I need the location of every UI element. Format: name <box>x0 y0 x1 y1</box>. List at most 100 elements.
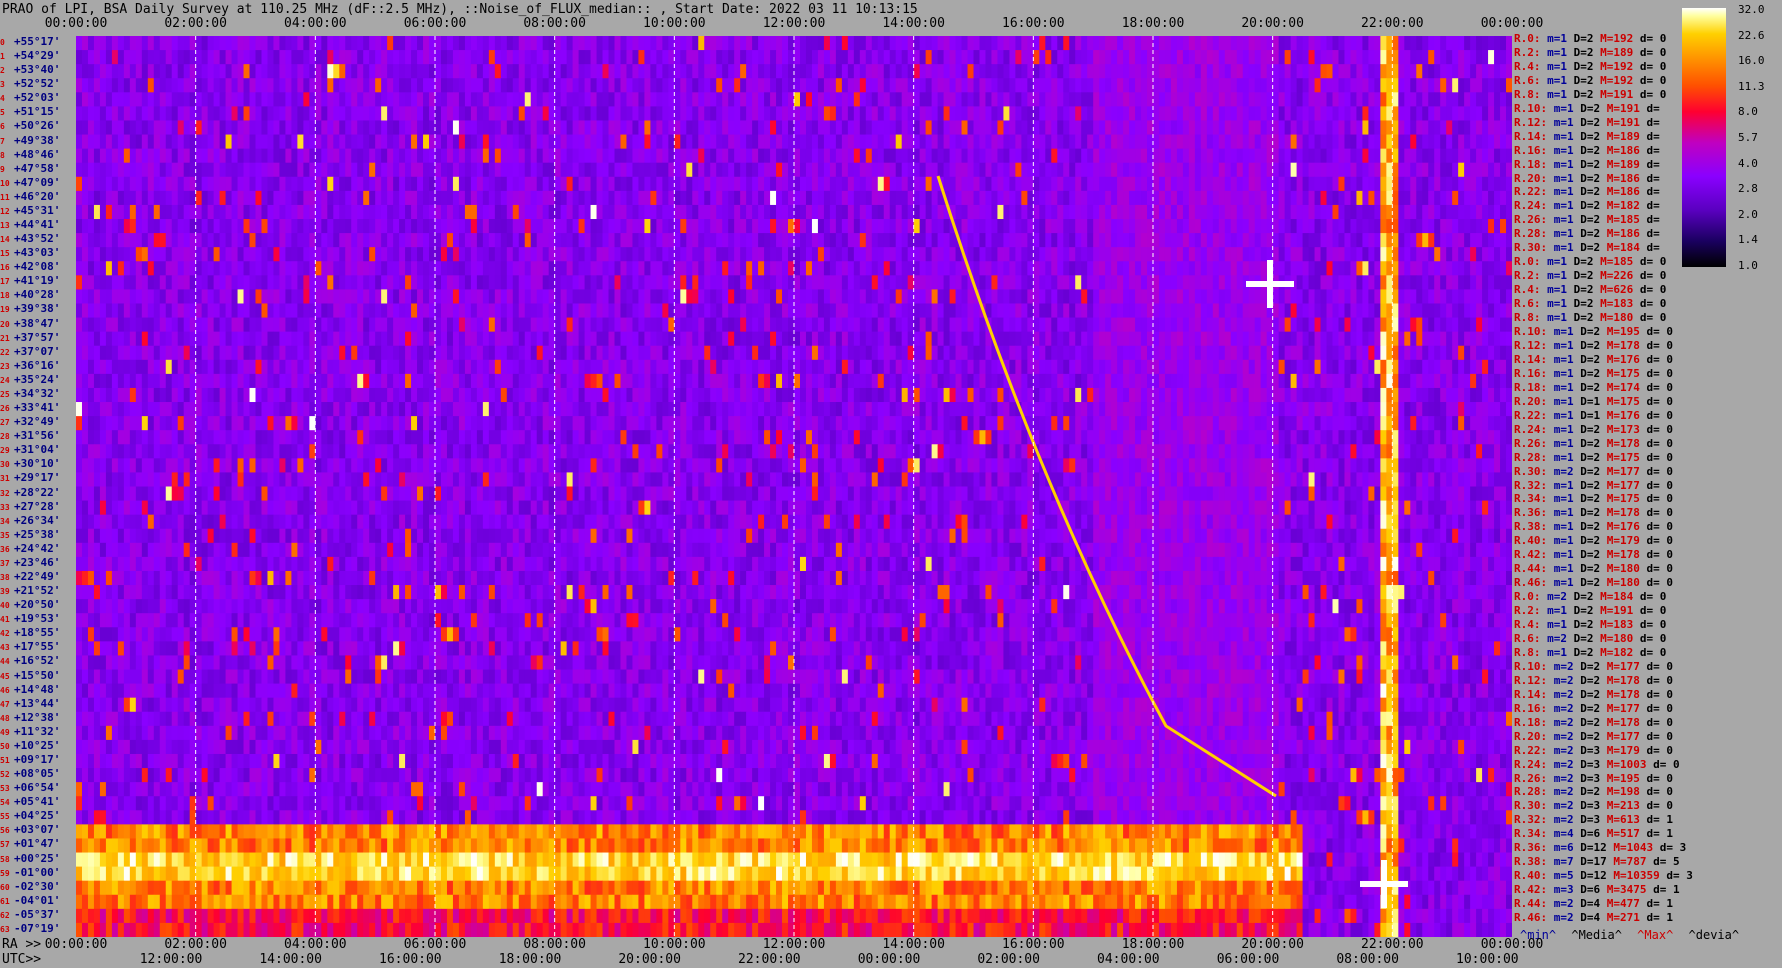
heatmap-cell <box>1158 120 1166 135</box>
heatmap-cell <box>1176 233 1184 248</box>
heatmap-cell <box>847 261 855 276</box>
heatmap-cell <box>859 120 867 135</box>
heatmap-cell <box>1260 233 1268 248</box>
heatmap-cell <box>1188 289 1196 304</box>
heatmap-cell <box>937 247 944 262</box>
declination-row-label: 62 -05°37' <box>0 908 60 921</box>
heatmap-cell <box>219 92 226 107</box>
heatmap-cell <box>1290 162 1297 178</box>
heatmap-cell <box>997 204 1004 220</box>
beam-index: 15 <box>0 249 10 259</box>
heatmap-cell <box>1314 204 1321 220</box>
heatmap-cell <box>1212 219 1220 234</box>
heatmap-cell <box>1440 78 1447 93</box>
heatmap-cell <box>1206 190 1214 206</box>
heatmap-cell <box>752 148 759 164</box>
heatmap-cell <box>674 64 681 79</box>
heatmap-cell <box>429 204 436 220</box>
heatmap-cell <box>883 120 891 135</box>
heatmap-cell <box>1392 92 1399 107</box>
heatmap-cell <box>249 78 256 93</box>
heatmap-cell <box>530 289 538 304</box>
heatmap-cell <box>506 176 514 192</box>
heatmap-cell <box>1158 303 1166 318</box>
heatmap-cell <box>1338 120 1345 135</box>
heatmap-cell <box>746 78 753 93</box>
heatmap-cell <box>452 148 460 164</box>
heatmap-cell <box>1422 261 1429 276</box>
heatmap-cell <box>991 50 998 65</box>
heatmap-cell <box>859 190 867 206</box>
heatmap-cell <box>877 36 885 51</box>
heatmap-cell <box>536 92 544 107</box>
heatmap-cell <box>740 162 747 178</box>
heatmap-cell <box>949 64 956 79</box>
heatmap-cell <box>859 148 867 164</box>
heatmap-cell <box>393 261 400 276</box>
heatmap-cell <box>1344 219 1351 234</box>
heatmap-cell <box>345 106 352 121</box>
heatmap-cell <box>1446 190 1453 206</box>
heatmap-cell <box>524 275 532 290</box>
heatmap-cell <box>1093 275 1100 290</box>
heatmap-cell <box>321 120 328 135</box>
heatmap-cell <box>979 134 986 150</box>
heatmap-cell <box>1027 204 1034 220</box>
heatmap-cell <box>309 92 316 107</box>
heatmap-cell <box>1326 219 1333 234</box>
heatmap-cell <box>159 36 167 51</box>
heatmap-cell <box>554 261 562 276</box>
heatmap-cell <box>626 176 633 192</box>
heatmap-cell <box>536 275 544 290</box>
heatmap-cell <box>1069 303 1076 318</box>
heatmap-cell <box>1458 78 1465 93</box>
heatmap-cell <box>1434 64 1441 79</box>
heatmap-cell <box>183 162 191 178</box>
declination-value: +22°49' <box>14 569 61 583</box>
heatmap-cell <box>1494 289 1501 304</box>
heatmap-cell <box>1176 50 1184 65</box>
heatmap-cell <box>1194 247 1202 262</box>
heatmap-cell <box>991 303 998 318</box>
heatmap-cell <box>829 247 837 262</box>
heatmap-cell <box>518 106 526 121</box>
heatmap-cell <box>237 120 244 135</box>
heatmap-cell <box>1494 275 1501 290</box>
heatmap-cell <box>1410 64 1417 79</box>
heatmap-cell <box>351 303 358 318</box>
declination-value: +17°55' <box>14 640 61 654</box>
heatmap-cell <box>596 64 603 79</box>
heatmap-cell <box>871 289 879 304</box>
heatmap-cell <box>913 64 921 79</box>
heatmap-cell <box>273 162 280 178</box>
heatmap-cell <box>728 106 735 121</box>
heatmap-cell <box>1506 176 1512 192</box>
heatmap-cell <box>788 162 795 178</box>
heatmap-cell <box>1045 92 1052 107</box>
heatmap-cell <box>309 162 316 178</box>
heatmap-cell <box>159 204 167 220</box>
heatmap-cell <box>1182 204 1190 220</box>
heatmap-cell <box>811 92 819 107</box>
heatmap-cell <box>542 247 550 262</box>
heatmap-cell <box>458 233 466 248</box>
heatmap-cell <box>1452 289 1459 304</box>
heatmap-cell <box>129 289 137 304</box>
beam-index: 16 <box>0 263 10 273</box>
heatmap-cell <box>794 162 801 178</box>
heatmap-cell <box>794 233 801 248</box>
heatmap-cell <box>1230 64 1238 79</box>
heatmap-cell <box>1416 219 1423 234</box>
heatmap-cell <box>231 275 238 290</box>
heatmap-cell <box>722 106 729 121</box>
heatmap-cell <box>1176 204 1184 220</box>
heatmap-cell <box>1123 64 1130 79</box>
heatmap-cell <box>997 303 1004 318</box>
heatmap-cell <box>835 176 843 192</box>
heatmap-cell <box>1027 303 1034 318</box>
heatmap-cell <box>411 219 418 234</box>
heatmap-cell <box>530 78 538 93</box>
heatmap-cell <box>363 78 370 93</box>
heatmap-cell <box>1200 275 1208 290</box>
heatmap-cell <box>393 176 400 192</box>
